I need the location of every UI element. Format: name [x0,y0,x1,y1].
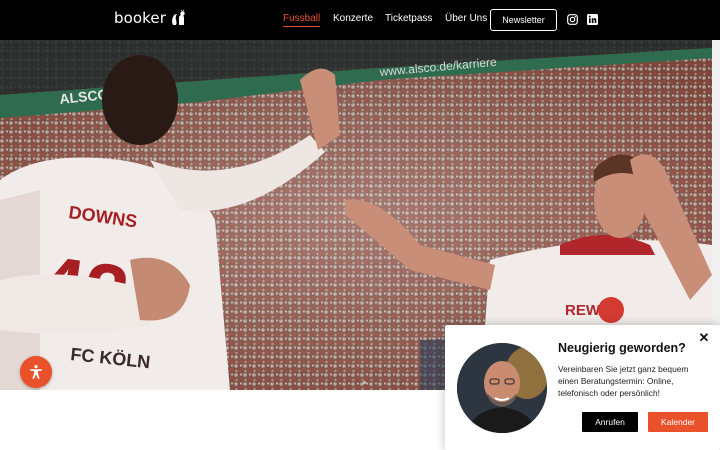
linkedin-icon[interactable] [587,14,598,25]
squirrel-logo-icon [172,9,185,25]
call-button[interactable]: Anrufen [582,412,638,432]
logo-text: booker [114,9,167,27]
close-popup-button[interactable]: ✕ [697,331,711,345]
advisor-avatar [457,343,547,433]
nav-item-fussball[interactable]: Fussball [283,13,321,27]
accessibility-button[interactable] [20,356,52,388]
calendar-button[interactable]: Kalender [648,412,708,432]
popup-text: Vereinbaren Sie jetzt ganz bequem einen … [558,364,689,398]
page: booker Fussball Konzerte Ticketpass Über… [0,0,720,450]
top-navigation-bar: booker Fussball Konzerte Ticketpass Über… [0,0,720,40]
contact-popup: ✕ Neugierig geworden? Vereinbaren Sie je… [445,325,720,450]
accessibility-icon [30,365,42,379]
slider-indicator[interactable] [363,381,366,384]
newsletter-button[interactable]: Newsletter [490,9,557,31]
popup-title: Neugierig geworden? [558,341,686,355]
instagram-icon[interactable] [567,14,578,25]
booker-logo[interactable]: booker [114,9,187,27]
nav-item-ueber-uns[interactable]: Über Uns [445,13,487,24]
nav-item-konzerte[interactable]: Konzerte [333,13,373,24]
nav-item-ticketpass[interactable]: Ticketpass [385,13,432,24]
advisor-portrait [457,343,547,433]
